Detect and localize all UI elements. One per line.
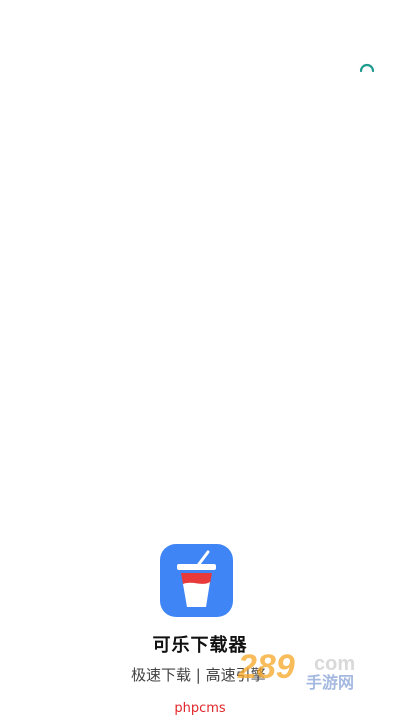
- svg-text:手游网: 手游网: [306, 673, 354, 690]
- splash-screen: 可乐下载器 极速下载 | 高速引擎 289 com 手游网 phpcms: [0, 0, 400, 727]
- loading-spinner-icon: [359, 63, 375, 73]
- svg-text:289: 289: [237, 648, 295, 686]
- footer-watermark: phpcms: [174, 701, 226, 716]
- watermark-logo: 289 com 手游网: [236, 648, 380, 692]
- cola-cup-icon: [160, 544, 233, 617]
- svg-text:com: com: [314, 653, 355, 675]
- watermark-logo-icon: 289 com 手游网: [237, 648, 355, 692]
